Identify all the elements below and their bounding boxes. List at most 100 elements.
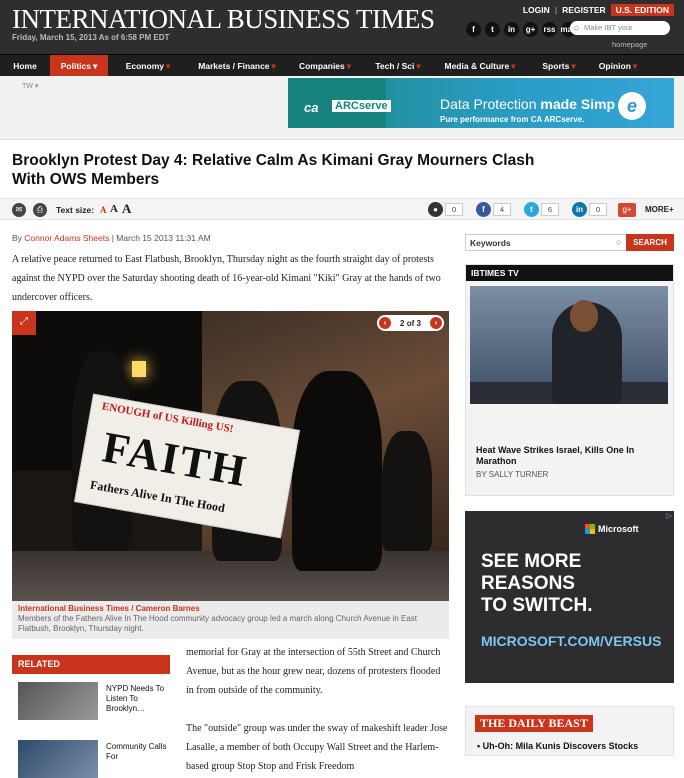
login-link[interactable]: LOGIN <box>523 5 550 15</box>
nav-label: Media & Culture <box>444 61 510 71</box>
chevron-down-icon: ▾ <box>165 61 171 71</box>
ad-line: TO SWITCH. <box>481 595 593 616</box>
next-arrow-icon[interactable]: › <box>430 317 442 329</box>
prev-arrow-icon[interactable]: ‹ <box>379 317 391 329</box>
related-box: RELATED NYPD Needs To Listen To Brooklyn… <box>12 655 170 778</box>
related-item[interactable]: Community Calls For <box>18 740 168 778</box>
tv-byline: BY SALLY TURNER <box>476 470 549 479</box>
clear-icon[interactable]: ○ <box>616 237 621 247</box>
linkedin-icon: in <box>572 202 587 217</box>
tv-headline[interactable]: Heat Wave Strikes Israel, Kills One In M… <box>476 445 666 467</box>
ad-url: MICROSOFT.COM/VERSUS <box>481 633 662 649</box>
related-item-title: NYPD Needs To Listen To Brooklyn… <box>106 684 165 713</box>
article-paragraph: The "outside" group was under the sway o… <box>186 723 448 772</box>
twitter-icon[interactable]: t <box>485 22 500 37</box>
facebook-icon[interactable]: f <box>466 22 481 37</box>
nav-label: Sports <box>542 61 570 71</box>
twitter-share[interactable]: t6 <box>524 202 559 217</box>
account-links: LOGIN | REGISTER U.S. EDITION <box>523 4 674 16</box>
banner-ad[interactable]: ca ARCserve Data Protection made Simp Pu… <box>288 78 674 128</box>
more-share-button[interactable]: MORE+ <box>645 205 674 214</box>
text-size-large-button[interactable]: A <box>122 201 131 217</box>
banner-headline-a: Data Protection <box>440 96 541 112</box>
twitter-icon: t <box>524 202 539 217</box>
article-photo[interactable]: ENOUGH of US Killing US! FAITH Fathers A… <box>12 311 449 601</box>
search-button[interactable]: SEARCH <box>626 234 674 251</box>
ad-headline: SEE MORE REASONS TO SWITCH. <box>481 551 593 617</box>
banner-headline: Data Protection made Simp <box>440 96 615 112</box>
photo-streetlight <box>132 361 146 377</box>
nav-tech[interactable]: Tech / Sci ▾ <box>364 55 432 76</box>
nav-economy[interactable]: Economy ▾ <box>108 55 188 76</box>
register-link[interactable]: REGISTER <box>562 5 605 15</box>
chevron-down-icon: ▾ <box>632 61 638 71</box>
nav-label: Tech / Sci <box>375 61 415 71</box>
microsoft-ad[interactable]: ▷ Microsoft SEE MORE REASONS TO SWITCH. … <box>465 511 674 683</box>
nav-media[interactable]: Media & Culture ▾ <box>432 55 528 76</box>
photo-person <box>382 431 432 551</box>
text-size-small-button[interactable]: A <box>100 205 107 215</box>
divider: | <box>554 5 558 15</box>
comment-share[interactable]: ● 0 <box>428 202 463 217</box>
publish-date: | March 15 2013 11:31 AM <box>111 233 211 243</box>
dateline: Friday, March 15, 2013 As of 6:58 PM EDT <box>12 33 170 42</box>
google-plus-icon[interactable]: g+ <box>523 22 538 37</box>
pager-count: 2 of 3 <box>400 318 421 328</box>
nav-label: Economy <box>125 61 164 71</box>
daily-beast-logo[interactable]: THE DAILY BEAST <box>475 715 593 732</box>
banner-headline-b: made Simp <box>540 96 616 112</box>
mail-icon[interactable]: ✉ <box>12 203 26 217</box>
print-icon[interactable]: ⎙ <box>33 203 47 217</box>
related-thumbnail <box>18 740 98 778</box>
make-homepage-text: Make IBT your <box>584 23 633 32</box>
nav-politics[interactable]: Politics ▾ <box>50 55 108 76</box>
author-link[interactable]: Connor Adams Sheets <box>24 233 109 243</box>
article-paragraph: memorial for Gray at the intersection of… <box>186 647 441 696</box>
search-input[interactable]: Keywords <box>470 238 511 248</box>
home-icon: ⌂ <box>574 23 579 32</box>
nav-label: Politics <box>60 61 91 71</box>
caption-source: International Business Times / Cameron B… <box>18 604 200 613</box>
chevron-down-icon: ▾ <box>511 61 516 71</box>
text-size-medium-button[interactable]: A <box>110 203 118 215</box>
linkedin-share[interactable]: in 0 <box>572 202 607 217</box>
nav-markets[interactable]: Markets / Finance ▾ <box>188 55 286 76</box>
ca-logo: ca <box>304 100 319 115</box>
nav-companies[interactable]: Companies ▾ <box>286 55 364 76</box>
tv-video-thumbnail[interactable] <box>470 286 668 404</box>
article-headline: Brooklyn Protest Day 4: Relative Calm As… <box>12 152 535 188</box>
site-logo[interactable]: International Business Times <box>12 4 435 35</box>
linkedin-icon[interactable]: in <box>504 22 519 37</box>
expand-icon[interactable]: ⤢ <box>12 311 36 335</box>
article-body: memorial for Gray at the intersection of… <box>186 643 448 776</box>
tv-title: IBTIMES TV <box>466 265 673 281</box>
homepage-text[interactable]: homepage <box>612 40 647 49</box>
adchoices-icon[interactable]: ▷ <box>667 512 672 520</box>
thumbnail-head <box>570 300 598 332</box>
banner-subline: Pure performance from CA ARCserve. <box>440 115 585 124</box>
nav-sports[interactable]: Sports ▾ <box>528 55 590 76</box>
make-homepage-link[interactable]: ⌂ Make IBT your <box>570 21 670 35</box>
comment-icon: ● <box>428 202 443 217</box>
google-plus-icon[interactable]: g+ <box>618 203 636 217</box>
nav-opinion[interactable]: Opinion ▾ <box>590 55 646 76</box>
ad-line: SEE MORE <box>481 551 582 572</box>
related-item[interactable]: NYPD Needs To Listen To Brooklyn… <box>18 682 168 720</box>
daily-beast-item[interactable]: • Uh-Oh: Mila Kunis Discovers Stocks <box>477 741 638 751</box>
social-icons: f t in g+ rss mail <box>466 22 577 37</box>
microsoft-logo-icon <box>585 524 595 534</box>
facebook-share[interactable]: f4 <box>476 202 511 217</box>
main-nav: Home Politics ▾ Economy ▾ Markets / Financ… <box>0 54 684 76</box>
tw-dropdown[interactable]: TW ▾ <box>22 82 38 90</box>
facebook-count: 4 <box>493 203 511 216</box>
site-header: International Business Times Friday, Mar… <box>0 0 684 54</box>
daily-beast-item-title: Uh-Oh: Mila Kunis Discovers Stocks <box>482 741 639 751</box>
ibtimes-tv-widget: IBTIMES TV Heat Wave Strikes Israel, Kil… <box>465 264 674 496</box>
nav-label: Home <box>13 61 37 71</box>
by-label: By <box>12 233 22 243</box>
nav-label: Opinion <box>598 61 631 71</box>
nav-home[interactable]: Home <box>0 55 50 76</box>
rss-icon[interactable]: rss <box>542 22 557 37</box>
chevron-down-icon: ▾ <box>346 61 352 71</box>
edition-selector[interactable]: U.S. EDITION <box>610 4 674 16</box>
